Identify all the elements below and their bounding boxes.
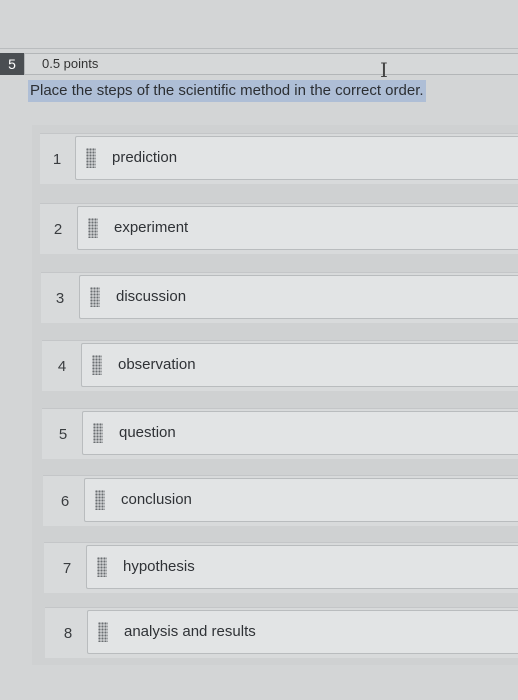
item-number: 7 (62, 559, 72, 577)
draggable-item-card[interactable]: hypothesis (86, 545, 518, 589)
item-label: prediction (112, 149, 178, 166)
item-number: 8 (63, 624, 73, 642)
drag-handle-icon[interactable] (98, 622, 108, 642)
top-divider (0, 48, 518, 49)
list-item: 8 analysis and results (45, 607, 518, 658)
item-label: conclusion (121, 491, 192, 508)
item-number: 5 (58, 425, 68, 443)
item-label: hypothesis (123, 558, 195, 575)
list-item: 3 discussion (41, 272, 518, 323)
draggable-item-card[interactable]: experiment (77, 206, 518, 250)
question-prompt: Place the steps of the scientific method… (28, 80, 426, 102)
list-item: 5 question (42, 408, 518, 459)
item-label: experiment (114, 219, 189, 236)
item-label: analysis and results (124, 623, 256, 640)
list-item: 4 observation (42, 340, 518, 391)
draggable-item-card[interactable]: conclusion (84, 478, 518, 522)
draggable-item-card[interactable]: discussion (79, 275, 518, 319)
list-item: 7 hypothesis (44, 542, 518, 593)
draggable-item-card[interactable]: prediction (75, 136, 518, 180)
item-number: 2 (53, 220, 63, 238)
item-number: 3 (55, 289, 65, 307)
list-item: 2 experiment (40, 203, 518, 254)
text-cursor-icon: I (380, 58, 388, 82)
drag-handle-icon[interactable] (90, 287, 100, 307)
draggable-item-card[interactable]: question (82, 411, 518, 455)
drag-handle-icon[interactable] (93, 423, 103, 443)
question-points: 0.5 points (42, 56, 99, 71)
item-label: question (119, 424, 176, 441)
drag-handle-icon[interactable] (86, 148, 96, 168)
drag-handle-icon[interactable] (97, 557, 107, 577)
item-number: 4 (57, 357, 67, 375)
drag-handle-icon[interactable] (92, 355, 102, 375)
draggable-item-card[interactable]: observation (81, 343, 518, 387)
question-number: 5 (0, 53, 24, 75)
drag-handle-icon[interactable] (95, 490, 105, 510)
item-label: discussion (116, 288, 187, 305)
list-item: 1 prediction (40, 133, 518, 184)
draggable-item-card[interactable]: analysis and results (87, 610, 518, 654)
list-item: 6 conclusion (43, 475, 518, 526)
drag-handle-icon[interactable] (88, 218, 98, 238)
item-number: 6 (60, 492, 70, 510)
item-label: observation (118, 356, 196, 373)
item-number: 1 (52, 150, 62, 168)
